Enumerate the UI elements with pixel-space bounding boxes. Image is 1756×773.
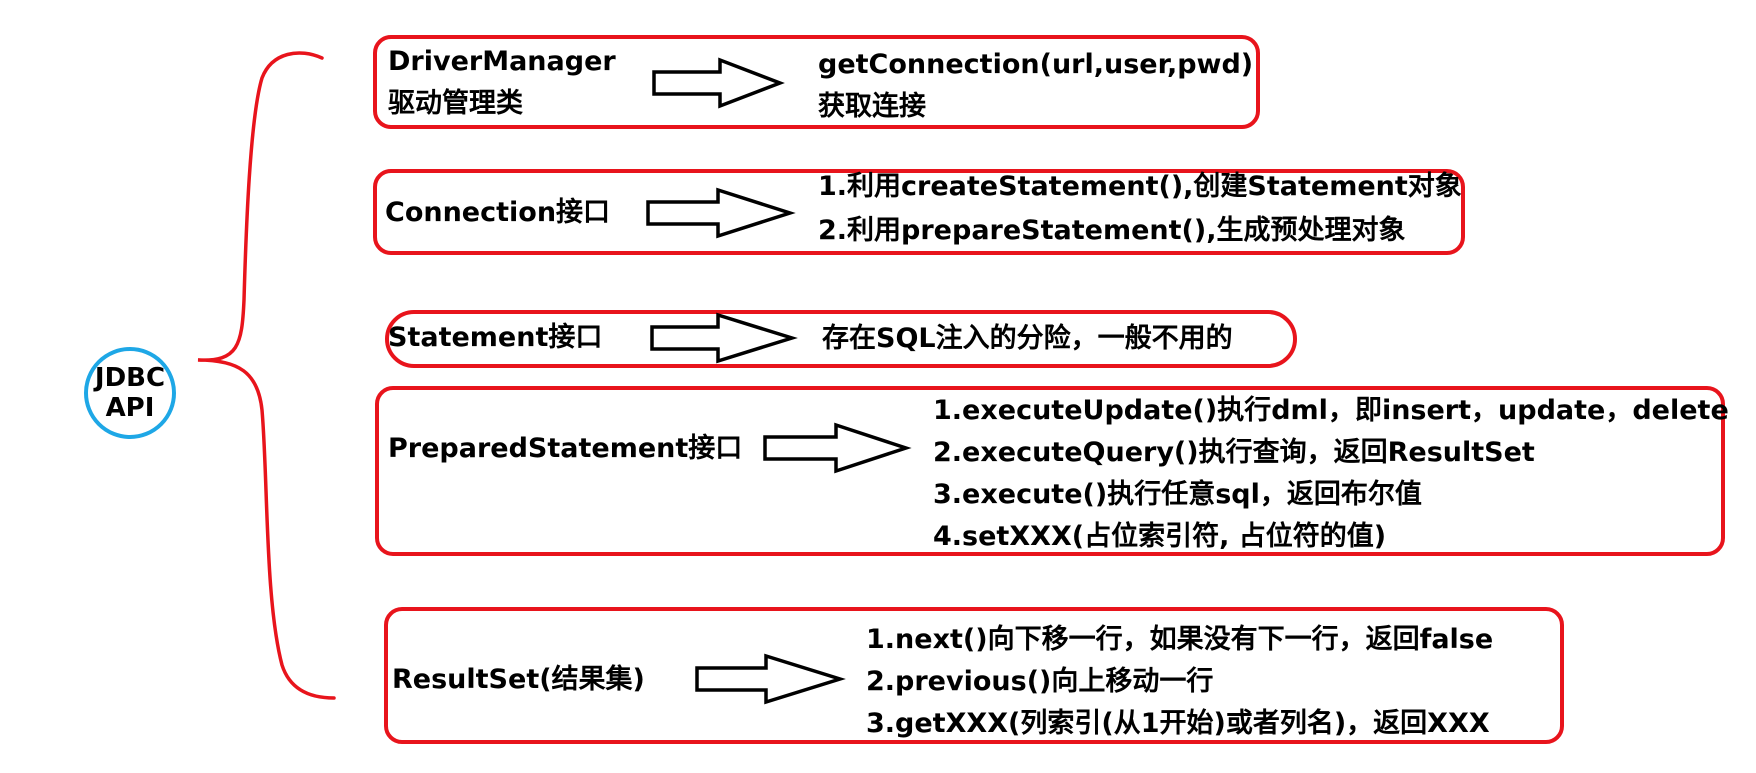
result-set-arrow [695,653,846,705]
driver-manager-arrow [652,57,785,109]
prepared-statement-arrow [763,422,912,474]
statement-arrow [650,312,798,364]
jdbc-api-diagram: JDBC API DriverManager 驱动管理类 getConnecti… [0,0,1756,773]
arrows-layer [646,57,912,705]
connection-arrow [646,187,796,239]
